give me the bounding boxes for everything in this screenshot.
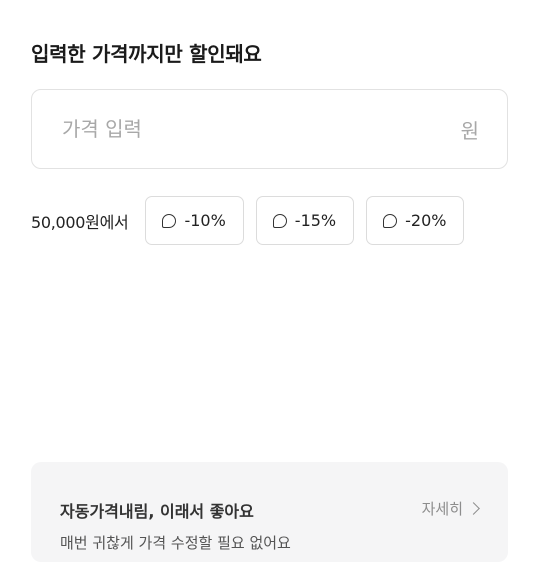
info-card-title: 자동가격내림, 이래서 좋아요 xyxy=(60,502,254,521)
speech-bubble-icon xyxy=(162,213,177,228)
currency-unit: 원 xyxy=(460,118,479,143)
price-input[interactable] xyxy=(60,116,461,142)
info-card-body: 매번 귀찮게 가격 수정할 필요 없어요 xyxy=(60,534,291,552)
more-link[interactable]: 자세히 xyxy=(421,498,480,519)
discount-10-button[interactable]: -10% xyxy=(145,196,244,245)
base-price-text: 50,000원에서 xyxy=(31,212,129,232)
discount-10-label: -10% xyxy=(184,211,226,230)
discount-20-button[interactable]: -20% xyxy=(366,196,465,245)
chevron-right-icon xyxy=(467,502,480,515)
discount-15-label: -15% xyxy=(294,211,337,230)
price-field[interactable]: 원 xyxy=(31,89,508,169)
discount-options-row: 50,000원에서 -10% -15% -20% xyxy=(31,196,476,245)
page-title: 입력한 가격까지만 할인돼요 xyxy=(31,42,262,66)
discount-15-button[interactable]: -15% xyxy=(255,196,355,245)
more-link-label: 자세히 xyxy=(421,500,463,518)
discount-20-label: -20% xyxy=(405,211,447,230)
speech-bubble-icon xyxy=(272,213,287,228)
speech-bubble-icon xyxy=(383,213,398,228)
info-card: 자동가격내림, 이래서 좋아요 자세히 매번 귀찮게 가격 수정할 필요 없어요 xyxy=(31,462,508,562)
